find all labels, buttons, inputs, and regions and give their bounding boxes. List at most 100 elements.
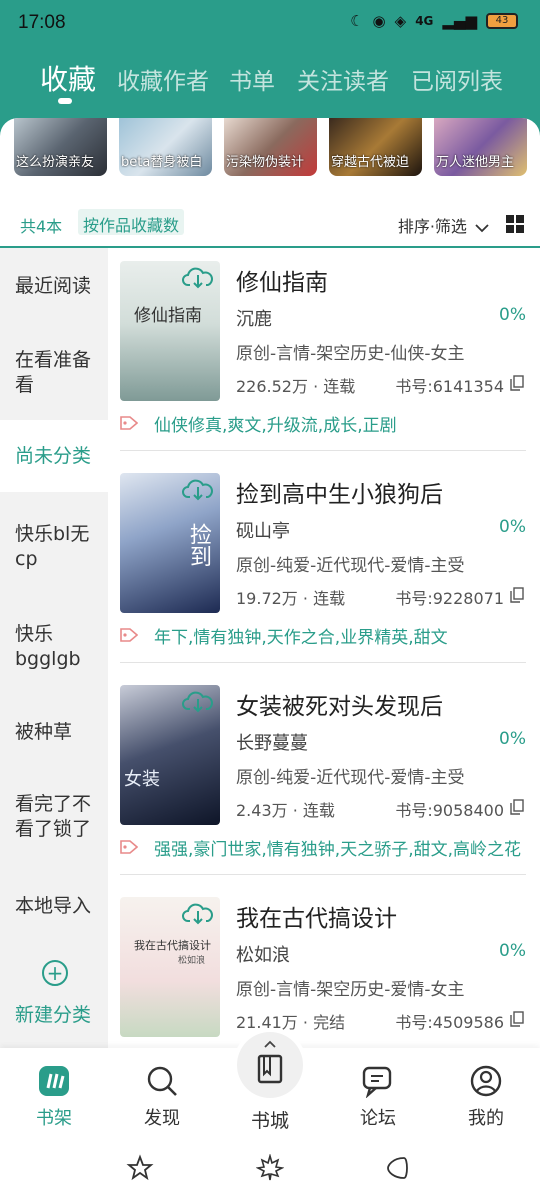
book-author[interactable]: 长野蔓蔓 bbox=[236, 729, 308, 755]
search-icon bbox=[147, 1066, 177, 1096]
category-finished-locked[interactable]: 看完了不看了锁了 bbox=[0, 792, 100, 852]
cover-title: 修仙指南 bbox=[134, 306, 202, 326]
read-progress: 0% bbox=[499, 729, 526, 749]
book-tags-row: 仙侠修真,爽文,升级流,成长,正剧 bbox=[120, 411, 526, 437]
tag-icon bbox=[120, 840, 138, 854]
book-title[interactable]: 捡到高中生小狼狗后 bbox=[236, 475, 443, 509]
chevron-down-icon bbox=[475, 223, 489, 232]
recent-book-1[interactable]: 这么扮演亲友 bbox=[14, 118, 107, 176]
tab-read-list[interactable]: 已阅列表 bbox=[411, 62, 503, 96]
book-genre: 原创-言情-架空历史-爱情-女主 bbox=[236, 980, 465, 1000]
chevron-up-icon bbox=[264, 1040, 276, 1048]
book-title[interactable]: 修仙指南 bbox=[236, 263, 328, 297]
category-recent-reading[interactable]: 最近阅读 bbox=[0, 274, 108, 324]
nav-bookstore-label[interactable]: 书城 bbox=[236, 1106, 304, 1133]
book-cover[interactable]: 我在古代搞设计 松如浪 bbox=[120, 897, 220, 1037]
book-divider bbox=[120, 662, 526, 663]
book-author[interactable]: 沉鹿 bbox=[236, 305, 272, 331]
copy-icon[interactable] bbox=[510, 1011, 524, 1027]
cloud-download-icon[interactable] bbox=[182, 689, 214, 715]
category-sidebar: 最近阅读 在看准备看 尚未分类 快乐bl无cp 快乐bgglgb 被种草 看完了… bbox=[0, 248, 108, 1048]
book-count: 共4本 bbox=[20, 217, 63, 236]
tab-favorites[interactable]: 收藏 bbox=[40, 58, 96, 98]
recent-book-label: 污染物伪装计 bbox=[226, 155, 305, 170]
sort-chip[interactable]: 按作品收藏数 bbox=[78, 209, 185, 235]
recent-book-5[interactable]: 万人迷他男主 bbox=[434, 118, 527, 176]
category-recommended[interactable]: 被种草 bbox=[0, 720, 108, 750]
nav-bookstore-button[interactable] bbox=[237, 1032, 303, 1098]
book-item[interactable]: 捡到 捡到高中生小狼狗后 砚山亭 0% 原创-纯爱-近代现代-爱情-主受 19.… bbox=[120, 473, 526, 683]
sort-filter-button[interactable]: 排序·筛选 bbox=[398, 213, 490, 237]
book-word-count: 19.72万 · 连载 bbox=[236, 589, 346, 608]
copy-icon[interactable] bbox=[510, 587, 524, 603]
tab-favorite-authors[interactable]: 收藏作者 bbox=[117, 62, 209, 96]
nav-bookshelf[interactable]: 书架 bbox=[14, 1064, 94, 1130]
recent-book-4[interactable]: 穿越古代被迫 bbox=[329, 118, 422, 176]
new-category-label: 新建分类 bbox=[15, 1004, 92, 1026]
tab-followed-readers[interactable]: 关注读者 bbox=[297, 62, 389, 96]
cover-title: 女装 bbox=[124, 769, 160, 790]
read-progress: 0% bbox=[499, 517, 526, 537]
plus-circle-icon: + bbox=[42, 960, 68, 986]
cloud-download-icon[interactable] bbox=[182, 901, 214, 927]
tag-icon bbox=[120, 416, 138, 430]
tag-icon bbox=[120, 628, 138, 642]
book-tags: 年下,情有独钟,天作之合,业界精英,甜文 bbox=[154, 628, 448, 648]
tab-booklists[interactable]: 书单 bbox=[229, 62, 275, 96]
grid-view-icon[interactable] bbox=[506, 215, 524, 233]
cover-author: 松如浪 bbox=[178, 956, 206, 966]
shelf-toolbar: 共4本 按作品收藏数 排序·筛选 bbox=[0, 208, 540, 244]
recent-books-strip: 这么扮演亲友 beta替身被白 污染物伪装计 穿越古代被迫 万人迷他男主 bbox=[14, 118, 540, 178]
book-item[interactable]: 女装 女装被死对头发现后 长野蔓蔓 0% 原创-纯爱-近代现代-爱情-主受 2.… bbox=[120, 685, 526, 895]
nav-discover-label: 发现 bbox=[144, 1108, 180, 1129]
bookshelf-icon bbox=[39, 1066, 69, 1096]
battery-icon: 43 bbox=[486, 13, 518, 29]
book-genre: 原创-纯爱-近代现代-爱情-主受 bbox=[236, 556, 465, 576]
read-progress: 0% bbox=[499, 305, 526, 325]
network-type: 4G bbox=[415, 14, 434, 28]
category-bgglgb[interactable]: 快乐bgglgb bbox=[0, 622, 108, 672]
book-item[interactable]: 修仙指南 修仙指南 沉鹿 0% 原创-言情-架空历史-仙侠-女主 226.52万… bbox=[120, 261, 526, 471]
book-title[interactable]: 我在古代搞设计 bbox=[236, 899, 397, 933]
cloud-download-icon[interactable] bbox=[182, 477, 214, 503]
nav-profile[interactable]: 我的 bbox=[446, 1064, 526, 1130]
book-number: 书号:9058400 bbox=[395, 801, 504, 820]
book-tags-row: 年下,情有独钟,天作之合,业界精英,甜文 bbox=[120, 623, 526, 649]
book-title[interactable]: 女装被死对头发现后 bbox=[236, 687, 443, 721]
book-author[interactable]: 松如浪 bbox=[236, 941, 290, 967]
recent-book-3[interactable]: 污染物伪装计 bbox=[224, 118, 317, 176]
nav-bookshelf-label: 书架 bbox=[36, 1108, 72, 1129]
book-tags: 强强,豪门世家,情有独钟,天之骄子,甜文,高岭之花 bbox=[154, 840, 522, 860]
new-category-button[interactable]: + 新建分类 bbox=[15, 960, 105, 1027]
nav-forum[interactable]: 论坛 bbox=[338, 1064, 418, 1130]
maple-leaf-icon[interactable] bbox=[256, 1154, 284, 1182]
cloud-download-icon[interactable] bbox=[182, 265, 214, 291]
book-divider bbox=[120, 450, 526, 451]
nav-profile-label: 我的 bbox=[468, 1108, 504, 1129]
nav-forum-label: 论坛 bbox=[360, 1108, 396, 1129]
sort-filter-label: 排序·筛选 bbox=[397, 217, 467, 236]
copy-icon[interactable] bbox=[510, 375, 524, 391]
nav-discover[interactable]: 发现 bbox=[122, 1064, 202, 1130]
book-word-count: 21.41万 · 完结 bbox=[236, 1013, 346, 1032]
star-icon[interactable] bbox=[126, 1154, 154, 1182]
category-watching[interactable]: 在看准备看 bbox=[0, 348, 100, 408]
back-gesture-icon[interactable] bbox=[384, 1154, 412, 1182]
book-number: 书号:6141354 bbox=[395, 377, 504, 396]
recent-book-label: 穿越古代被迫 bbox=[331, 155, 410, 170]
user-icon bbox=[470, 1065, 502, 1097]
status-icons: ☾ ◉ ◈ 4G ▂▄▆ 43 bbox=[350, 12, 518, 30]
category-uncategorized[interactable]: 尚未分类 bbox=[0, 420, 108, 492]
copy-icon[interactable] bbox=[510, 799, 524, 815]
category-local-import[interactable]: 本地导入 bbox=[0, 894, 108, 924]
top-tabs: 收藏 收藏作者 书单 关注读者 已阅列表 bbox=[0, 62, 540, 112]
book-genre: 原创-纯爱-近代现代-爱情-主受 bbox=[236, 768, 465, 788]
category-bl-nocp[interactable]: 快乐bl无cp bbox=[0, 522, 108, 572]
book-cover[interactable]: 修仙指南 bbox=[120, 261, 220, 401]
read-progress: 0% bbox=[499, 941, 526, 961]
recent-book-2[interactable]: beta替身被白 bbox=[119, 118, 212, 176]
book-cover[interactable]: 捡到 bbox=[120, 473, 220, 613]
system-nav-bar bbox=[0, 1140, 540, 1200]
book-cover[interactable]: 女装 bbox=[120, 685, 220, 825]
book-author[interactable]: 砚山亭 bbox=[236, 517, 290, 543]
